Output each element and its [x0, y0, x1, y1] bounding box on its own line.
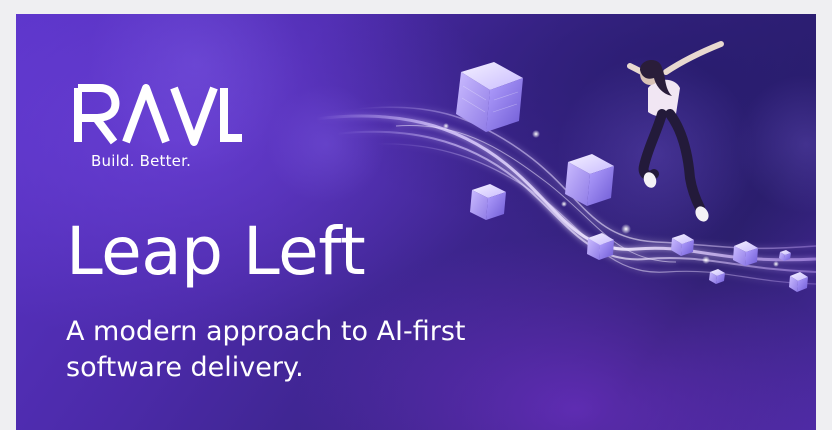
ravl-logo [74, 84, 244, 146]
ravl-wordmark-logo [74, 84, 242, 146]
cube-large [456, 62, 523, 132]
brand-tagline: Build. Better. [91, 152, 192, 170]
hero-headline: Leap Left [66, 213, 366, 290]
hero-banner: Build. Better. Leap Left A modern approa… [16, 14, 816, 430]
subheadline-line-2: software delivery. [66, 352, 304, 383]
cube-small [671, 234, 694, 256]
cube-small [470, 184, 506, 220]
cube-small [587, 233, 614, 260]
cube-medium [565, 154, 614, 206]
subheadline-line-1: A modern approach to AI-first [66, 316, 466, 347]
cube-tiny [789, 272, 808, 292]
cube-tiny [709, 269, 725, 284]
cube-small [733, 241, 758, 266]
hero-subheadline: A modern approach to AI-first software d… [66, 314, 626, 386]
screenshot-frame: Build. Better. Leap Left A modern approa… [0, 0, 832, 430]
leaping-person-illustration [627, 41, 724, 222]
